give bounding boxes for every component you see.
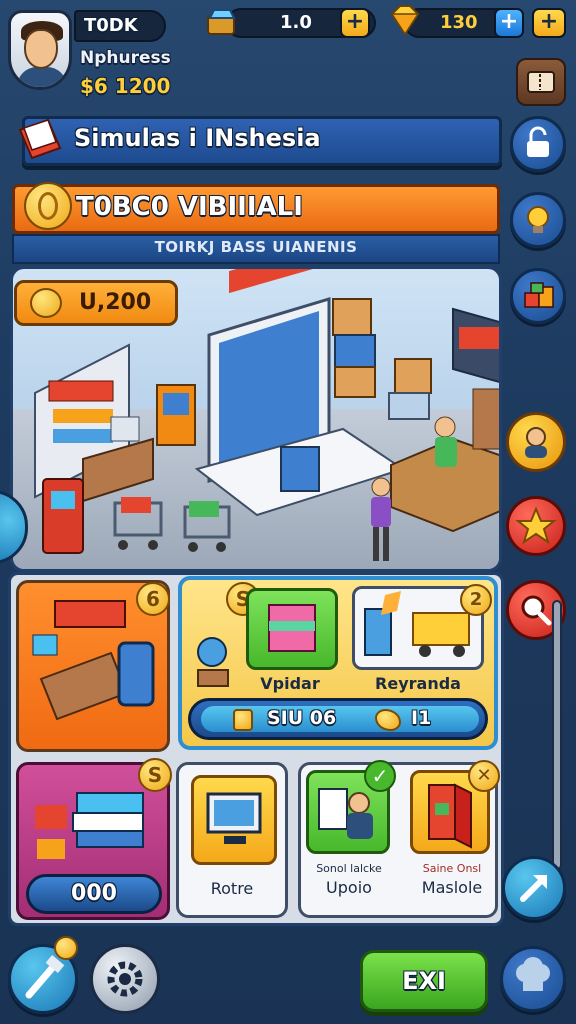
gem-crate-icon <box>207 9 236 35</box>
resource-1-value: 1.0 <box>280 12 312 33</box>
manager-small-label: Sonol lalcke <box>316 862 382 875</box>
upgrade-label: Vpidar <box>260 674 320 693</box>
book-icon <box>18 118 62 160</box>
lock-icon <box>527 126 549 157</box>
avatar-face <box>24 29 58 69</box>
store-subtitle: TOIRKJ BASS UIANENIS <box>154 238 358 256</box>
computer-icon <box>206 792 262 844</box>
gift-box-icon <box>268 604 316 652</box>
upgrade-level-badge: 6 <box>136 582 170 616</box>
avatar-body <box>17 67 67 87</box>
chef-hat-icon <box>516 957 550 991</box>
coin-icon <box>24 182 72 230</box>
person-icon <box>525 427 547 458</box>
staff-button[interactable] <box>506 412 566 472</box>
door-label: Maslole <box>421 878 483 897</box>
chef-button[interactable] <box>500 946 566 1012</box>
arrow-up-right-icon <box>520 875 547 902</box>
notification-coin-icon <box>54 936 78 960</box>
manager-label: Upoio <box>326 878 372 897</box>
coin-small-icon <box>30 288 62 318</box>
diamond-icon <box>390 5 420 36</box>
stat-b: I1 <box>411 707 432 729</box>
reward-label: Reyranda <box>375 674 461 693</box>
close-icon[interactable]: ✕ <box>468 760 500 792</box>
settings-button[interactable] <box>90 944 160 1014</box>
add-resource-3-button[interactable]: + <box>532 8 566 38</box>
robe-card[interactable]: Rotre <box>176 762 288 918</box>
inventory-button[interactable] <box>510 268 566 324</box>
player-subtitle: Nphuress <box>80 48 171 68</box>
hint-button[interactable] <box>510 192 566 248</box>
player-money: $6 1200 <box>80 74 171 98</box>
scrollbar[interactable] <box>552 600 562 870</box>
reward-count-badge: 2 <box>460 584 492 616</box>
lightbulb-icon <box>527 206 549 233</box>
player-avatar[interactable] <box>8 10 72 90</box>
stats-bar: SIU 06 I1 <box>188 698 488 740</box>
add-resource-1-button[interactable]: + <box>340 8 370 38</box>
player-name: T0DK <box>74 10 166 42</box>
robe-label: Rotre <box>210 879 254 898</box>
star-trophy-icon <box>515 506 557 545</box>
shopping-cart-2 <box>183 501 231 552</box>
books-coin-badge: S <box>138 758 172 792</box>
lock-button[interactable] <box>510 116 566 172</box>
ticket-icon <box>527 71 555 93</box>
add-resource-2-button[interactable]: + <box>494 8 524 38</box>
gear-icon <box>107 961 143 997</box>
expand-button[interactable] <box>502 856 566 920</box>
books-buy-button[interactable]: 000 <box>26 874 162 914</box>
door-small-label: Saine Onsl <box>422 862 482 875</box>
store-title: T0BC0 VIBIIIALI <box>76 192 303 222</box>
books-buy-value: 000 <box>71 881 117 906</box>
shop-ticket-button[interactable] <box>516 58 566 106</box>
shopping-cart-1 <box>113 497 163 550</box>
checkmark-icon: ✓ <box>364 760 396 792</box>
exit-button[interactable]: EXI <box>360 950 488 1012</box>
stat-a: SIU 06 <box>267 707 337 729</box>
upgrade-tile[interactable] <box>246 588 338 670</box>
resource-2-value: 130 <box>440 12 478 33</box>
achievement-button[interactable] <box>506 496 566 556</box>
store-value: U,200 <box>79 290 152 315</box>
page-title: Simulas i INshesia <box>74 124 321 152</box>
boxes-icon <box>524 282 554 308</box>
robe-tile <box>191 775 277 865</box>
cash-icon <box>233 709 253 731</box>
